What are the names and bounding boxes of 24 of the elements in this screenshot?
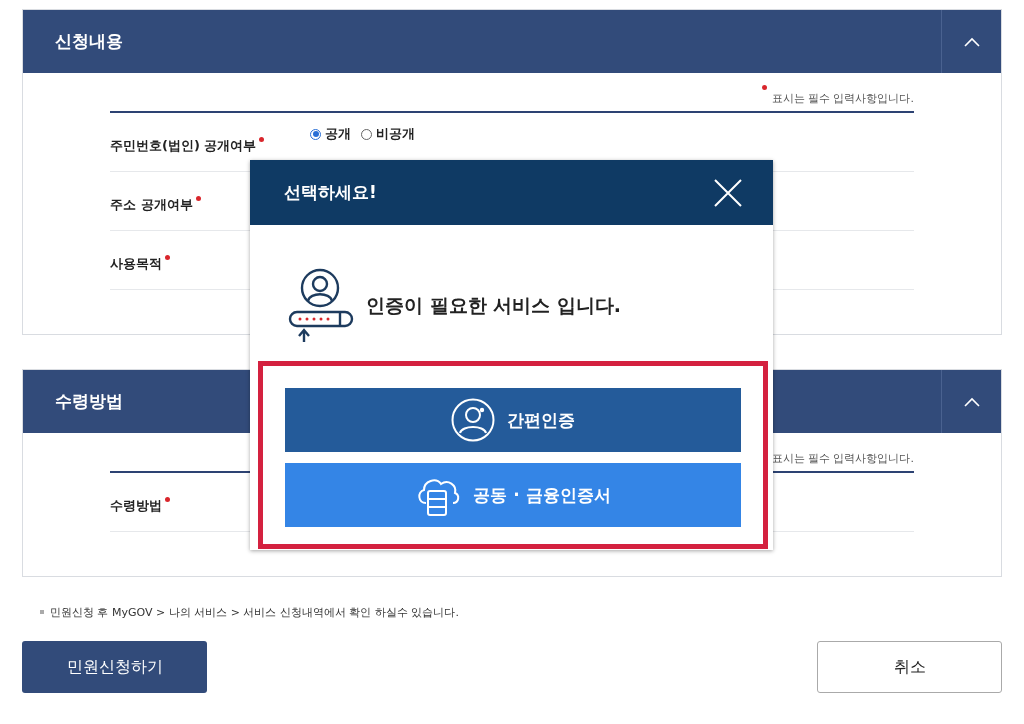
info-note: 민원신청 후 MyGOV > 나의 서비스 > 서비스 신청내역에서 확인 하실수 있습니다. (50, 604, 459, 620)
required-notice: 표시는 필수 입력사항입니다. (771, 451, 914, 466)
field-label: 사용목적 (110, 255, 162, 273)
close-button[interactable] (713, 177, 743, 208)
required-dot-icon (761, 85, 767, 90)
cancel-button[interactable]: 취소 (817, 641, 1002, 693)
simple-auth-button[interactable]: 간편인증 (285, 388, 741, 452)
submit-button[interactable]: 민원신청하기 (22, 641, 207, 693)
radio-label[interactable]: 공개 (325, 125, 351, 143)
dialog-message: 인증이 필요한 서비스 입니다. (366, 292, 622, 318)
person-circle-icon (451, 398, 495, 442)
chevron-up-icon (963, 396, 980, 407)
section-title: 수령방법 (54, 390, 124, 413)
chevron-up-icon (963, 36, 980, 47)
person-password-icon (286, 267, 354, 344)
field-label: 주소 공개여부 (110, 196, 193, 214)
field-label: 수령방법 (110, 497, 162, 515)
bullet-icon (40, 610, 44, 614)
certificate-button[interactable]: 공동 · 금융인증서 (285, 463, 741, 527)
section-title: 신청내용 (54, 30, 124, 53)
dialog-title: 선택하세요! (284, 181, 377, 204)
radio-label[interactable]: 비공개 (376, 125, 415, 143)
required-notice: 표시는 필수 입력사항입니다. (771, 91, 914, 106)
field-label: 주민번호(법인) 공개여부 (110, 137, 257, 155)
